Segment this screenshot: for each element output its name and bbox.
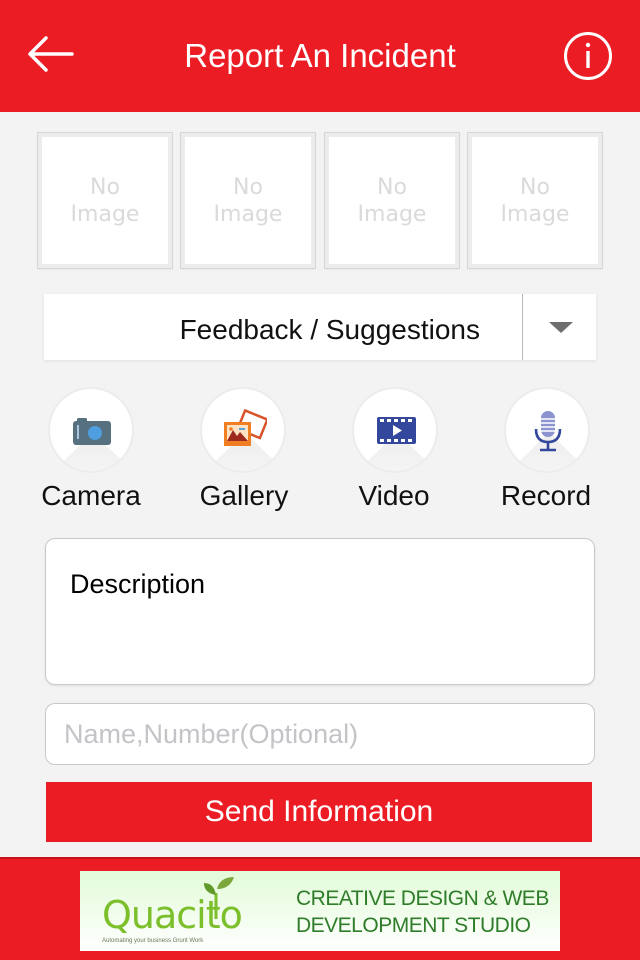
- description-field[interactable]: Description: [45, 538, 595, 685]
- category-dropdown[interactable]: Feedback / Suggestions: [44, 294, 596, 360]
- image-slot[interactable]: No Image: [467, 132, 603, 269]
- microphone-icon: [534, 411, 562, 452]
- info-circle-icon: [564, 32, 612, 80]
- no-image-label: No Image: [213, 174, 283, 227]
- gallery-label[interactable]: Gallery: [168, 480, 320, 512]
- description-placeholder: Description: [70, 569, 206, 599]
- category-selected-value: Feedback / Suggestions: [179, 314, 480, 345]
- image-slot[interactable]: No Image: [37, 132, 173, 269]
- image-slot[interactable]: No Image: [180, 132, 316, 269]
- ad-banner[interactable]: Quacito Automating your business Grunt W…: [80, 871, 560, 951]
- info-button[interactable]: [563, 31, 613, 81]
- no-image-label: No Image: [500, 174, 570, 227]
- dropdown-divider: [522, 294, 523, 360]
- gallery-button[interactable]: [200, 387, 286, 473]
- caret-down-icon[interactable]: [549, 322, 573, 333]
- back-button[interactable]: [24, 32, 76, 76]
- app-header: Report An Incident: [0, 0, 640, 112]
- video-button[interactable]: [352, 387, 438, 473]
- image-slots: No Image No Image No Image No Image: [37, 132, 603, 269]
- camera-icon: [73, 418, 111, 445]
- video-icon: [377, 417, 416, 444]
- camera-label[interactable]: Camera: [15, 480, 167, 512]
- arrow-left-icon: [28, 36, 74, 72]
- gallery-icon: [224, 408, 267, 446]
- send-information-button[interactable]: Send Information: [46, 782, 592, 842]
- video-label[interactable]: Video: [318, 480, 470, 512]
- camera-button[interactable]: [48, 387, 134, 473]
- record-label[interactable]: Record: [470, 480, 622, 512]
- image-slot[interactable]: No Image: [324, 132, 460, 269]
- name-number-input[interactable]: [45, 703, 595, 765]
- no-image-label: No Image: [70, 174, 140, 227]
- ad-brand-name: Quacito: [102, 893, 243, 937]
- no-image-label: No Image: [357, 174, 427, 227]
- footer-banner: Quacito Automating your business Grunt W…: [0, 857, 640, 960]
- page-title: Report An Incident: [184, 37, 456, 74]
- record-button[interactable]: [504, 387, 590, 473]
- ad-text: CREATIVE DESIGN & WEB DEVELOPMENT STUDIO: [296, 887, 549, 937]
- ad-tagline: Automating your business Grunt Work: [102, 938, 204, 944]
